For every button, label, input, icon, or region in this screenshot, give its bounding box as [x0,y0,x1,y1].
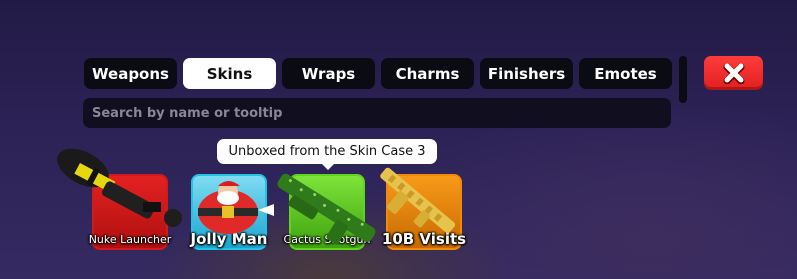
tab-finishers[interactable]: Finishers [480,58,573,89]
item-card-jolly-man[interactable]: Jolly Man [191,174,267,250]
tab-wraps[interactable]: Wraps [282,58,375,89]
item-card-cactus-shotgun[interactable]: Cactus Shotgun [284,174,370,250]
search-input[interactable] [90,104,671,122]
close-button[interactable] [704,56,763,90]
item-card-10b-visits[interactable]: 10B Visits [382,174,466,250]
search-bar [83,98,671,128]
item-name: 10B Visits [381,230,467,248]
category-tabs: Weapons Skins Wraps Charms Finishers Emo… [84,58,672,89]
item-name: Cactus Shotgun [283,233,371,246]
item-name: Jolly Man [190,230,268,248]
tab-charms[interactable]: Charms [381,58,474,89]
tabs-scrollbar[interactable] [679,56,687,103]
item-name: Nuke Launcher [88,233,172,246]
tooltip-arrow [321,163,335,170]
tab-emotes[interactable]: Emotes [579,58,672,89]
tab-weapons[interactable]: Weapons [84,58,177,89]
tab-skins[interactable]: Skins [183,58,276,89]
item-card-nuke-launcher[interactable]: Nuke Launcher [89,174,171,250]
item-tooltip: Unboxed from the Skin Case 3 [217,139,437,164]
close-x-icon [723,63,744,84]
